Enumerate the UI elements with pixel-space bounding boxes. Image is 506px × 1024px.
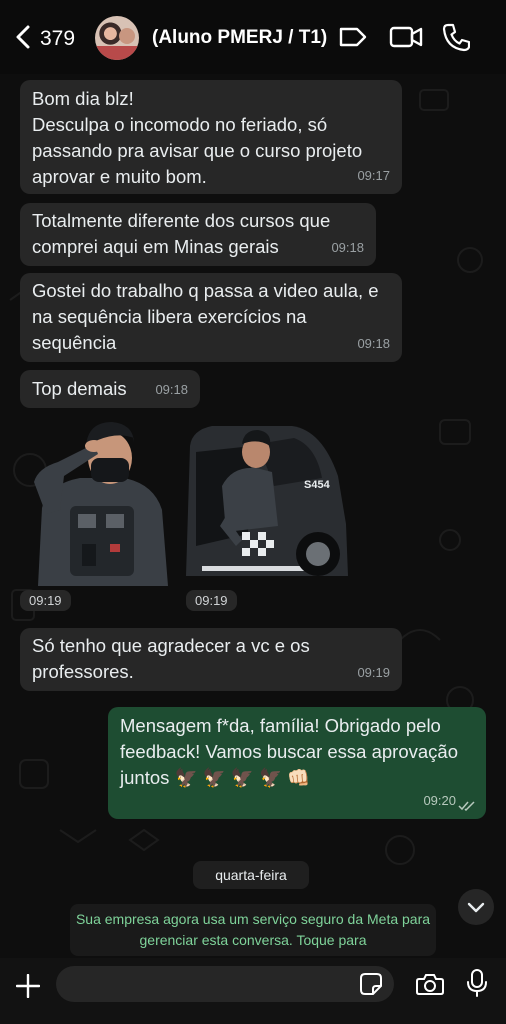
message-text: Bom dia blz! Desculpa o incomodo no feri… — [32, 88, 363, 187]
message-text: Gostei do trabalho q passa a video aula,… — [32, 280, 379, 353]
message-bubble-incoming[interactable]: Bom dia blz! Desculpa o incomodo no feri… — [20, 80, 402, 194]
plus-icon[interactable] — [16, 974, 40, 998]
message-bubble-incoming[interactable]: Top demais 09:18 — [20, 370, 200, 408]
read-receipt-icon — [458, 801, 475, 811]
message-time: 09:18 — [331, 240, 364, 255]
back-unread-count[interactable]: 379 — [40, 27, 75, 51]
microphone-icon[interactable] — [466, 968, 488, 998]
sticker-saluting-officer[interactable] — [28, 418, 174, 586]
message-time: 09:19 — [357, 665, 390, 680]
avatar[interactable] — [95, 16, 139, 60]
sticker-time: 09:19 — [20, 590, 71, 611]
day-separator: quarta-feira — [193, 861, 309, 889]
chevron-left-icon[interactable] — [14, 24, 34, 50]
avatar-shirt — [95, 46, 139, 60]
chevron-down-icon — [467, 902, 485, 913]
message-bubble-incoming[interactable]: Totalmente diferente dos cursos que comp… — [20, 203, 376, 266]
message-time: 09:20 — [423, 793, 456, 808]
message-time: 09:18 — [155, 382, 188, 397]
contact-name[interactable]: (Aluno PMERJ / T1) — [152, 27, 327, 49]
message-time: 09:18 — [357, 336, 390, 351]
message-input[interactable] — [56, 966, 394, 1002]
message-text: Só tenho que agradecer a vc e os profess… — [32, 635, 310, 682]
video-call-icon[interactable] — [389, 22, 423, 52]
scroll-down-button[interactable] — [458, 889, 494, 925]
camera-icon[interactable] — [416, 972, 444, 996]
avatar-person — [119, 28, 135, 44]
chat-header: 379 (Aluno PMERJ / T1) — [0, 0, 506, 74]
sticker-icon[interactable] — [359, 972, 383, 996]
message-text: Mensagem f*da, família! Obrigado pelo fe… — [120, 715, 458, 788]
message-bubble-incoming[interactable]: Gostei do trabalho q passa a video aula,… — [20, 273, 402, 362]
label-tag-icon[interactable] — [338, 22, 368, 52]
message-time: 09:17 — [357, 168, 390, 183]
message-text: Totalmente diferente dos cursos que comp… — [32, 210, 331, 257]
system-notice[interactable]: Sua empresa agora usa um serviço seguro … — [70, 904, 436, 956]
vehicle-number-text: S454 — [304, 479, 331, 491]
message-bubble-outgoing[interactable]: Mensagem f*da, família! Obrigado pelo fe… — [108, 707, 486, 819]
sticker-patrol-car-officer[interactable]: S454 — [182, 416, 350, 586]
message-bubble-incoming[interactable]: Só tenho que agradecer a vc e os profess… — [20, 628, 402, 691]
sticker-time: 09:19 — [186, 590, 237, 611]
phone-icon[interactable] — [442, 22, 470, 52]
